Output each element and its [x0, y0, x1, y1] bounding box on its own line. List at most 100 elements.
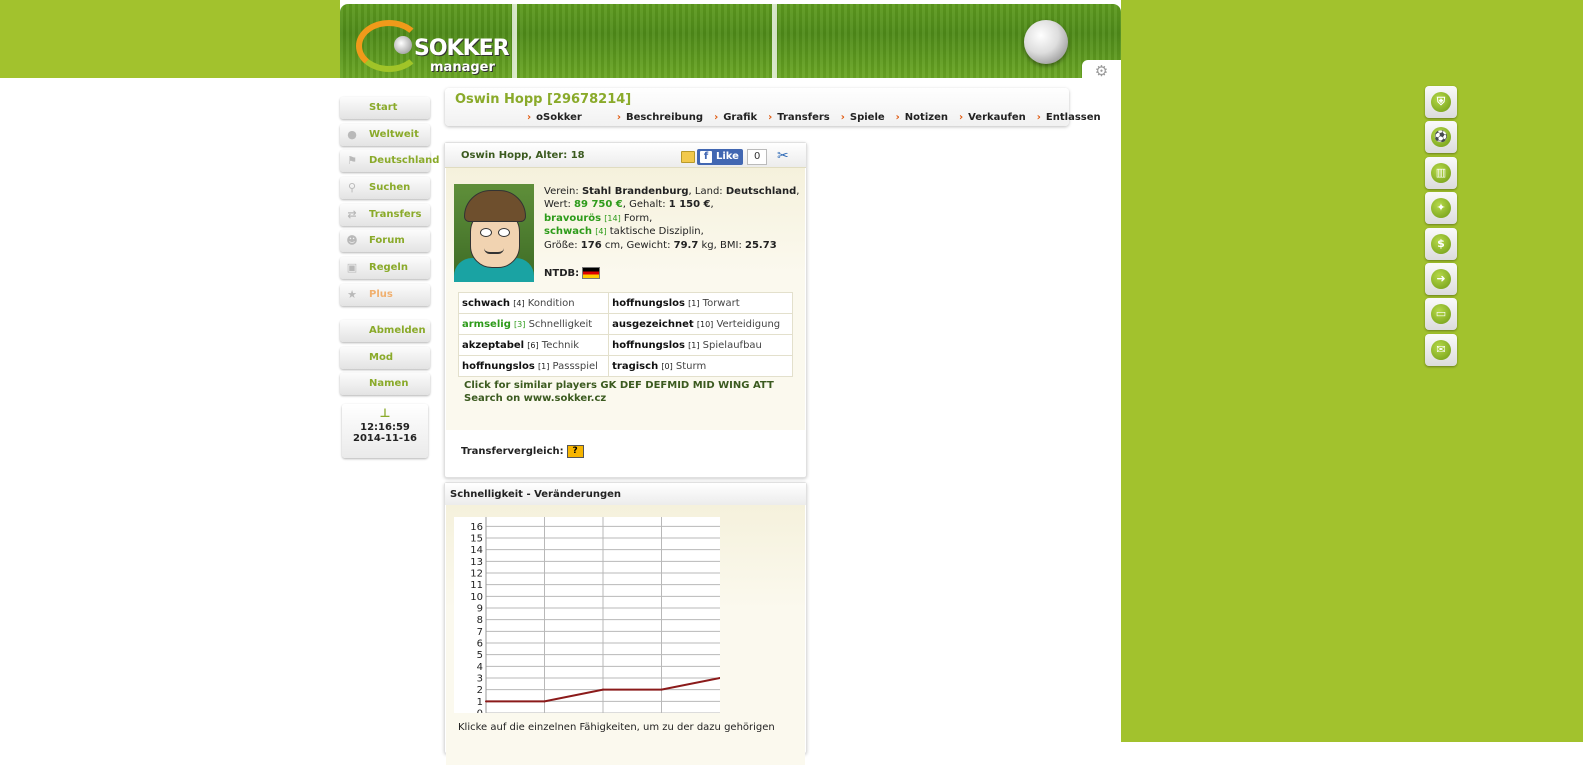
- settings-gear-icon[interactable]: ⚙: [1082, 60, 1121, 78]
- skill-cell[interactable]: akzeptabel [6] Technik: [457, 334, 610, 356]
- nav-item-namen[interactable]: Namen: [340, 373, 430, 396]
- folder-add-icon[interactable]: [681, 151, 695, 163]
- right-band: [1121, 0, 1583, 742]
- weight-unit: kg,: [701, 239, 717, 251]
- data-point: [543, 700, 546, 703]
- right-icon-button[interactable]: ✦: [1425, 192, 1457, 225]
- search-sokker-link[interactable]: Search on www.sokker.cz: [464, 392, 774, 405]
- star-icon: ★: [347, 287, 357, 301]
- country-link[interactable]: Deutschland: [726, 186, 796, 197]
- height-unit: cm,: [604, 239, 624, 251]
- country-label: Land:: [694, 186, 723, 197]
- player-info: Verein: Stahl Brandenburg, Land: Deutsch…: [544, 185, 799, 252]
- facebook-like-button[interactable]: f Like: [697, 149, 743, 165]
- right-icon-button[interactable]: ➜: [1425, 262, 1457, 295]
- skill-cell[interactable]: hoffnungslos [1] Torwart: [608, 292, 793, 314]
- skills-table: schwach [4] Kondition hoffnungslos [1] T…: [457, 292, 793, 377]
- form-level: [14]: [604, 213, 621, 223]
- right-icon-button[interactable]: ▭: [1425, 298, 1457, 331]
- clock-date: 2014-11-16: [353, 433, 417, 444]
- nav-item-forum[interactable]: ☻ Forum: [340, 230, 430, 253]
- skill-cell[interactable]: hoffnungslos [1] Spielaufbau: [608, 334, 793, 356]
- transfer-compare-button[interactable]: ?: [566, 445, 584, 458]
- avatar-mouth: [484, 248, 504, 254]
- tab-entlassen[interactable]: Entlassen: [1037, 112, 1101, 123]
- tab-beschreibung[interactable]: Beschreibung: [617, 112, 703, 123]
- tab-verkaufen[interactable]: Verkaufen: [959, 112, 1026, 123]
- nav-item-weltweit[interactable]: ● Weltweit: [340, 123, 430, 146]
- y-tick-label: 13: [470, 557, 483, 568]
- tab-grafik[interactable]: Grafik: [714, 112, 757, 123]
- right-icon-button[interactable]: ✉: [1425, 333, 1457, 366]
- tab-notizen[interactable]: Notizen: [896, 112, 948, 123]
- flag-icon: ⚑: [347, 154, 357, 168]
- player-title-bar: Oswin Hopp [29678214] oSokker Beschreibu…: [445, 88, 1101, 126]
- tab-osokker[interactable]: oSokker: [527, 112, 582, 123]
- nav-item-label: Abmelden: [369, 325, 426, 336]
- header-banner: SOKKER manager ⚙: [340, 4, 1121, 78]
- y-tick-label: 12: [470, 569, 483, 580]
- right-icon-button[interactable]: ⛨: [1425, 86, 1457, 118]
- y-tick-label: 14: [470, 545, 483, 556]
- right-icon-button[interactable]: $: [1425, 227, 1457, 260]
- weight-value: 79.7: [673, 239, 699, 251]
- info-form-line: bravourös [14] Form,: [544, 212, 799, 225]
- avatar-eye: [498, 228, 510, 237]
- right-icon-button[interactable]: ⚽: [1425, 121, 1457, 154]
- club-label: Verein:: [544, 186, 579, 197]
- ntdb-row: NTDB:: [544, 267, 601, 279]
- sokker-logo[interactable]: SOKKER manager: [356, 14, 510, 75]
- y-tick-label: 7: [477, 627, 483, 638]
- tactics-icon: ▥: [1431, 162, 1451, 183]
- right-icon-bar: ⛨ ⚽ ▥ ✦ $ ➜ ▭ ✉: [1425, 86, 1457, 369]
- search-icon: ⚲: [347, 181, 357, 195]
- player-links: Click for similar players GK DEF DEFMID …: [464, 379, 774, 405]
- nav-item-label: Mod: [369, 351, 393, 363]
- y-tick-label: 9: [477, 604, 483, 615]
- server-clock: ⊥ 12:16:59 2014-11-16: [342, 404, 428, 458]
- facebook-like-count: 0: [746, 149, 768, 165]
- nav-item-transfers[interactable]: ⇄ Transfers: [340, 203, 430, 226]
- money-icon: $: [1431, 233, 1451, 254]
- data-point: [660, 688, 663, 691]
- nav-item-label: Weltweit: [369, 128, 419, 140]
- tab-spiele[interactable]: Spiele: [841, 112, 885, 123]
- nav-item-regeln[interactable]: ▣ Regeln: [340, 257, 430, 280]
- y-tick-label: 8: [477, 615, 483, 626]
- club-link[interactable]: Stahl Brandenburg: [582, 186, 689, 197]
- weight-label: Gewicht:: [626, 239, 671, 251]
- player-card: Oswin Hopp, Alter: 18 f Like 0 ✂ Verein: …: [444, 142, 807, 478]
- nav-item-suchen[interactable]: ⚲ Suchen: [340, 177, 430, 200]
- germany-flag-icon[interactable]: [582, 267, 601, 279]
- skill-history-header: Schnelligkeit - Veränderungen: [445, 483, 806, 505]
- nav-item-label: Start: [369, 102, 398, 113]
- player-avatar: [454, 184, 534, 282]
- right-icon-button[interactable]: ▥: [1425, 156, 1457, 189]
- skill-cell[interactable]: tragisch [0] Sturm: [608, 355, 793, 377]
- training-icon: ✦: [1431, 198, 1451, 219]
- logo-word: SOKKER: [414, 36, 510, 61]
- facebook-like-widget[interactable]: f Like 0: [697, 149, 768, 165]
- rules-icon: ▣: [346, 261, 358, 275]
- info-club-line: Verein: Stahl Brandenburg, Land: Deutsch…: [544, 186, 800, 197]
- similar-players-link[interactable]: Click for similar players GK DEF DEFMID …: [464, 379, 774, 392]
- nav-item-start[interactable]: Start: [340, 97, 430, 119]
- nav-item-label: Regeln: [369, 262, 408, 274]
- nav-item-label: Forum: [369, 235, 405, 247]
- nav-item-plus[interactable]: ★ Plus: [340, 283, 430, 306]
- y-tick-label: 4: [477, 662, 483, 673]
- nav-item-mod[interactable]: Mod: [340, 346, 430, 369]
- logo-ball-icon: [394, 36, 412, 54]
- skill-cell[interactable]: armselig [3] Schnelligkeit: [457, 313, 610, 335]
- y-tick-label: 11: [470, 580, 483, 591]
- tab-transfers[interactable]: Transfers: [768, 112, 830, 123]
- skill-cell[interactable]: schwach [4] Kondition: [457, 292, 610, 314]
- nav-item-label: Plus: [369, 288, 393, 300]
- avatar-eye: [480, 228, 492, 237]
- nav-item-abmelden[interactable]: Abmelden: [340, 320, 430, 342]
- skill-cell[interactable]: ausgezeichnet [10] Verteidigung: [608, 313, 793, 335]
- nav-item-deutschland[interactable]: ⚑ Deutschland: [340, 150, 439, 173]
- skill-cell[interactable]: hoffnungslos [1] Passspiel: [457, 355, 610, 377]
- scissors-icon[interactable]: ✂: [777, 148, 789, 164]
- table-row: akzeptabel [6] Technik hoffnungslos [1] …: [457, 334, 793, 356]
